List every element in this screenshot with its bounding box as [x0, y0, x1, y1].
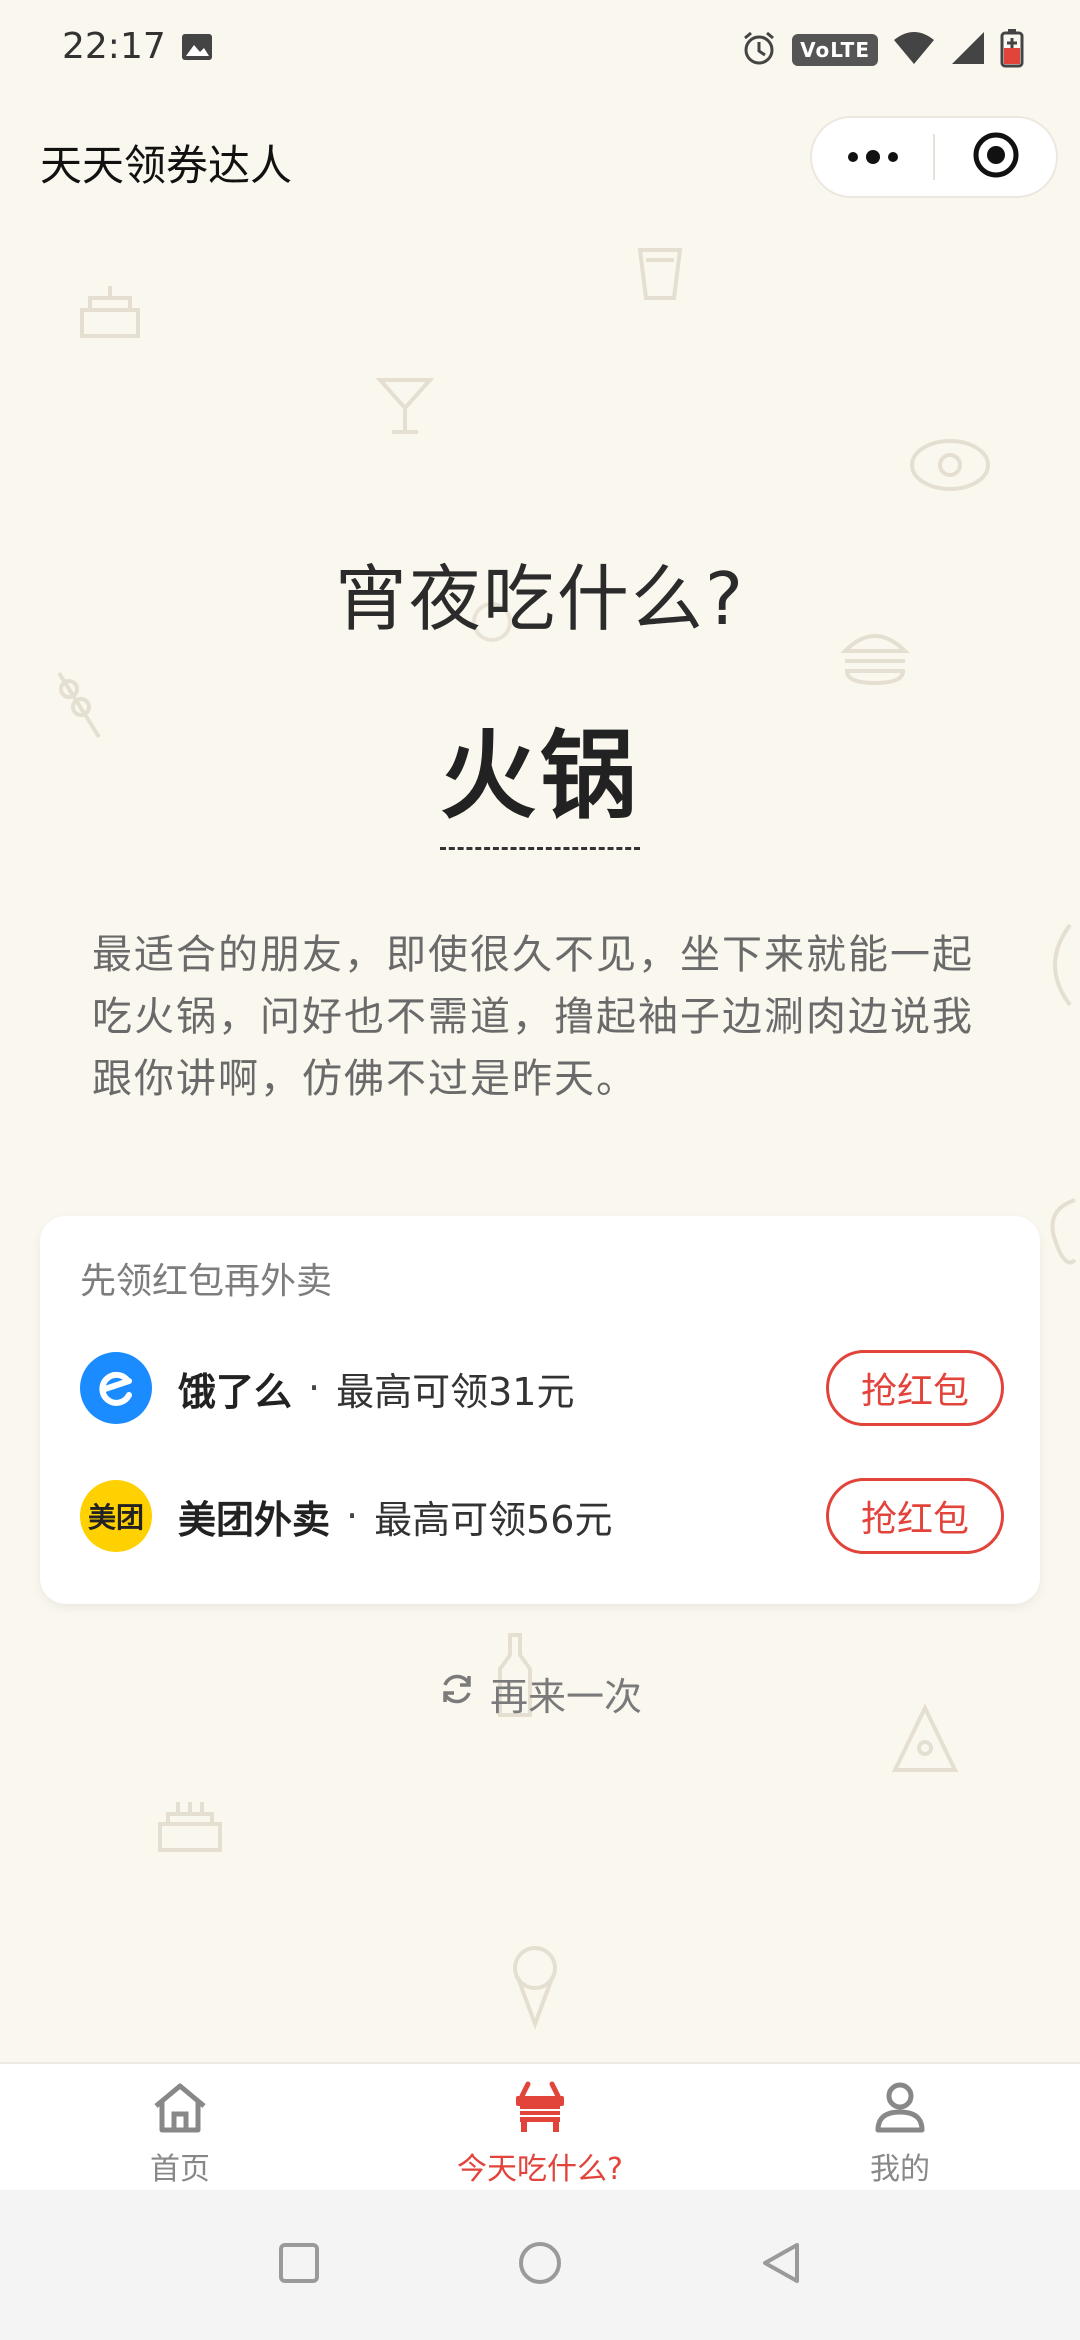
doodle-leaf-icon: [1040, 920, 1080, 1014]
retry-button[interactable]: 再来一次: [0, 1666, 1080, 1721]
meituan-logo-icon: 美团: [80, 1480, 152, 1552]
tab-label: 今天吃什么?: [457, 2152, 623, 2187]
coupon-card: 先领红包再外卖 饿了么 · 最高可领31元 抢红包 美团 美团外卖 · 最高可领…: [40, 1216, 1040, 1604]
coupon-max-amount: 最高可领31元: [336, 1369, 575, 1414]
doodle-plate-icon: [905, 430, 995, 504]
coupon-card-title: 先领红包再外卖: [80, 1261, 333, 1302]
close-button[interactable]: [935, 118, 1056, 196]
tab-what-to-eat[interactable]: 今天吃什么?: [360, 2064, 720, 2190]
coupon-max-amount: 最高可领56元: [374, 1497, 613, 1542]
target-close-icon: [971, 130, 1021, 184]
tab-label: 我的: [870, 2152, 930, 2187]
grab-coupon-button-meituan[interactable]: 抢红包: [826, 1478, 1004, 1554]
wifi-icon: [892, 30, 936, 70]
coupon-brand: 饿了么: [178, 1369, 293, 1414]
app-title: 天天领券达人: [40, 141, 293, 190]
doodle-cocktail-icon: [370, 370, 440, 444]
signal-icon: [950, 30, 986, 70]
eleme-logo-icon: [80, 1352, 152, 1424]
image-icon: [180, 30, 214, 68]
volte-badge: VoLTE: [792, 34, 878, 66]
battery-charging-icon: [1000, 28, 1024, 72]
home-icon: [150, 2080, 210, 2138]
home-circle-icon[interactable]: [517, 2240, 563, 2290]
dish-description: 最适合的朋友，即使很久不见，坐下来就能一起吃火锅，问好也不需道，撸起袖子边涮肉边…: [92, 932, 974, 1102]
coupon-brand: 美团外卖: [178, 1497, 331, 1542]
status-icons: VoLTE: [740, 28, 1024, 72]
dish-name[interactable]: 火锅: [440, 698, 640, 850]
refresh-icon: [438, 1670, 476, 1717]
status-time: 22:17: [62, 26, 166, 67]
nav-bar: 天天领券达人: [0, 96, 1080, 220]
tab-label: 首页: [150, 2152, 210, 2187]
doodle-cup-icon: [620, 230, 700, 314]
system-navigation-bar: [0, 2190, 1080, 2340]
tab-mine[interactable]: 我的: [720, 2064, 1080, 2190]
back-triangle-icon[interactable]: [759, 2241, 803, 2289]
tab-home[interactable]: 首页: [0, 2064, 360, 2190]
doodle-cake-icon: [70, 270, 150, 354]
doodle-birthday-cake-icon: [150, 1780, 230, 1864]
coupon-row-meituan: 美团 美团外卖 · 最高可领56元 抢红包: [80, 1478, 1004, 1554]
grab-coupon-button-eleme[interactable]: 抢红包: [826, 1350, 1004, 1426]
retry-label: 再来一次: [489, 1675, 642, 1719]
dish-result: 火锅: [0, 698, 1080, 850]
recent-apps-icon[interactable]: [277, 2241, 321, 2289]
coupon-row-eleme: 饿了么 · 最高可领31元 抢红包: [80, 1350, 1004, 1426]
user-icon: [870, 2080, 930, 2138]
doodle-swirl-icon: [1035, 1190, 1080, 1274]
meal-question: 宵夜吃什么?: [334, 557, 746, 641]
doodle-icecream-icon: [500, 1940, 570, 2034]
tab-bar: 首页 今天吃什么? 我的: [0, 2062, 1080, 2190]
separator-dot: ·: [308, 1366, 321, 1410]
alarm-icon: [740, 29, 778, 71]
more-dots-icon: [847, 150, 898, 164]
more-button[interactable]: [812, 118, 933, 196]
separator-dot: ·: [346, 1494, 359, 1538]
table-icon: [510, 2080, 570, 2138]
mini-program-capsule: [810, 116, 1058, 198]
status-bar: 22:17 VoLTE: [0, 0, 1080, 96]
